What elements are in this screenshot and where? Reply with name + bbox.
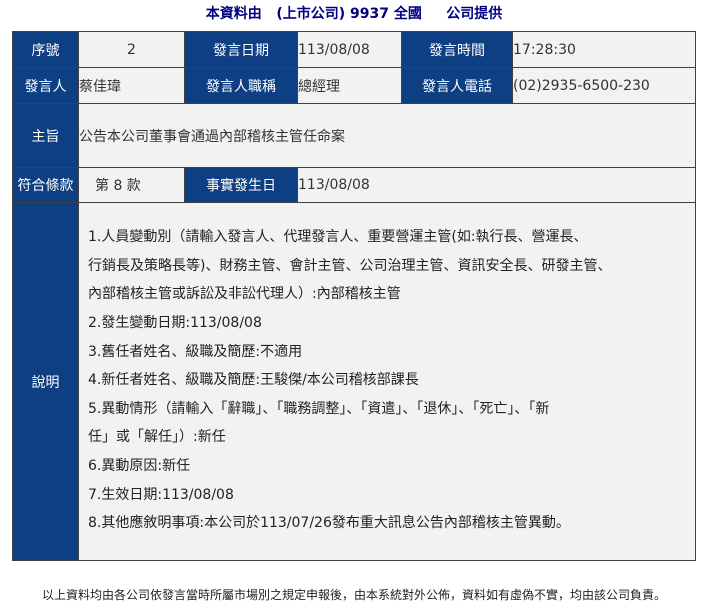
row-seq-date-time: 序號 2 發言日期 113/08/08 發言時間 17:28:30 [12,31,696,68]
description-line: 任」或「解任」）:新任 [88,429,226,446]
row-clause: 符合條款 第 8 款 事實發生日 113/08/08 [12,167,696,203]
row-speaker: 發言人 蔡佳瑋 發言人職稱 總經理 發言人電話 (02)2935-6500-23… [12,67,696,104]
speaker-value: 蔡佳瑋 [78,67,185,104]
row-description: 說明 1.人員變動別（請輸入發言人、代理發言人、重要營運主管(如:執行長、營運長… [12,202,696,561]
description-text: 1.人員變動別（請輸入發言人、代理發言人、重要營運主管(如:執行長、營運長、行銷… [79,217,695,546]
description-line: 6.異動原因:新任 [88,457,191,474]
seq-value: 2 [78,31,185,68]
description-line: 8.其他應敘明事項:本公司於113/07/26發布重大訊息公告內部稽核主管異動。 [88,515,570,532]
header-prefix: 本資料由 [205,6,262,22]
clause-label: 符合條款 [12,167,79,203]
date-value: 113/08/08 [297,31,402,68]
speaker-phone-label: 發言人電話 [401,67,513,104]
description-line: 3.舊任者姓名、級職及簡歷:不適用 [88,343,303,360]
description-label: 說明 [12,202,79,561]
description-line: 7.生效日期:113/08/08 [88,486,234,503]
description-line: 內部稽核主管或訴訟及非訟代理人）:內部稽核主管 [88,286,401,303]
time-label: 發言時間 [401,31,513,68]
description-line: 行銷長及策略長等)、財務主管、會計主管、公司治理主管、資訊安全長、研發主管、 [88,257,612,274]
source-header: 本資料由 (上市公司) 9937 全國 公司提供 [0,4,708,24]
description-line: 1.人員變動別（請輸入發言人、代理發言人、重要營運主管(如:執行長、營運長、 [88,229,588,246]
description-line: 4.新任者姓名、級職及簡歷:王駿傑/本公司稽核部課長 [88,372,419,389]
header-company: (上市公司) 9937 全國 [276,6,422,22]
description-line: 5.異動情形（請輸入「辭職」、「職務調整」、「資遣」、「退休」、「死亡」、「新 [88,400,550,417]
fact-date-value: 113/08/08 [297,167,696,203]
description-line: 2.發生變動日期:113/08/08 [88,315,262,332]
subject-value: 公告本公司董事會通過內部稽核主管任命案 [78,103,696,168]
time-value: 17:28:30 [512,31,696,68]
footer-disclaimer: 以上資料均由各公司依發言當時所屬市場別之規定申報後，由本系統對外公佈，資料如有虛… [41,588,666,602]
date-label: 發言日期 [184,31,298,68]
header-suffix: 公司提供 [446,6,503,22]
speaker-title-value: 總經理 [297,67,402,104]
row-subject: 主旨 公告本公司董事會通過內部稽核主管任命案 [12,103,696,168]
announcement-table: 序號 2 發言日期 113/08/08 發言時間 17:28:30 發言人 蔡佳… [12,31,696,561]
speaker-phone-value: (02)2935-6500-230 [512,67,696,104]
speaker-title-label: 發言人職稱 [184,67,298,104]
speaker-label: 發言人 [12,67,79,104]
description-value: 1.人員變動別（請輸入發言人、代理發言人、重要營運主管(如:執行長、營運長、行銷… [78,202,696,561]
clause-value: 第 8 款 [78,167,185,203]
subject-label: 主旨 [12,103,79,168]
seq-label: 序號 [12,31,79,68]
fact-date-label: 事實發生日 [184,167,298,203]
